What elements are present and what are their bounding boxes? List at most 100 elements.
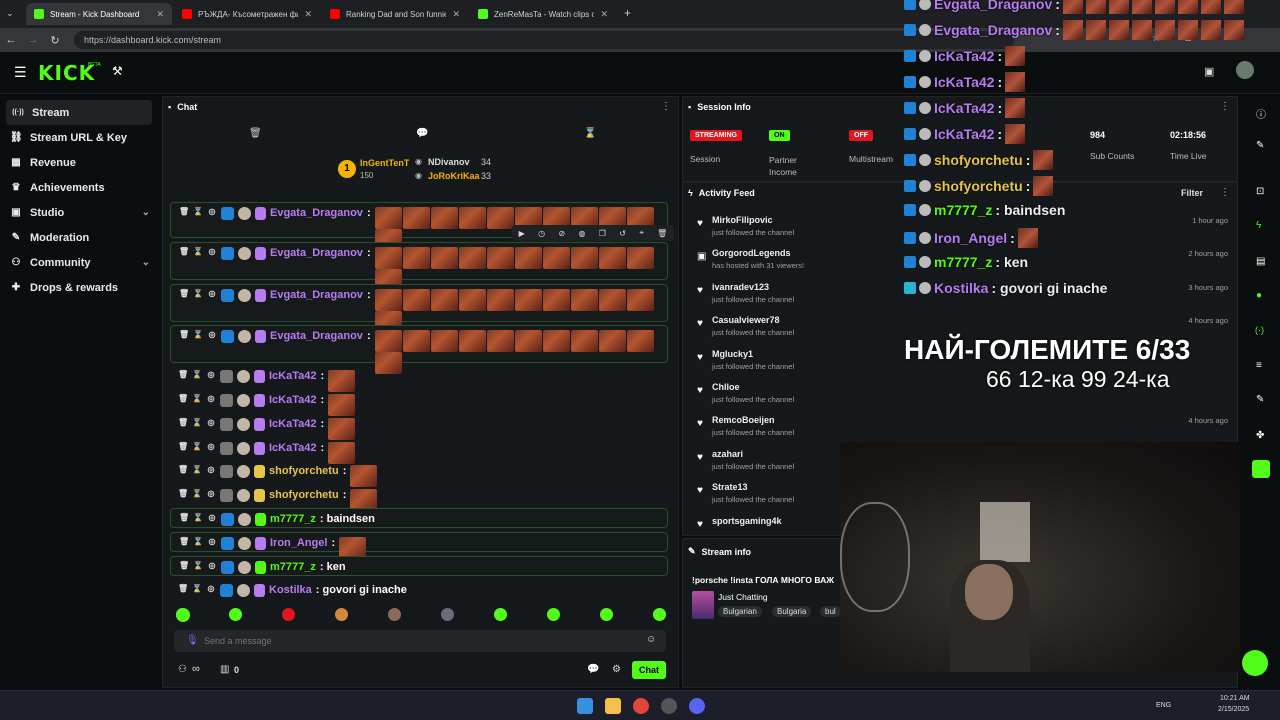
hourglass-icon[interactable]: ⌛ [193,330,203,339]
kick-logo[interactable]: KICK [38,61,95,85]
doc-icon[interactable]: ▤ [1256,256,1265,267]
trash-icon[interactable]: 🗑 [178,418,188,427]
settings-gear-icon[interactable]: ⚙ [612,664,621,675]
edit-icon[interactable]: ✎ [1256,140,1264,151]
quick-emote-icon[interactable] [600,608,613,621]
close-tab-icon[interactable]: ✕ [452,9,460,20]
emote-icon[interactable] [570,247,598,269]
shield-icon[interactable]: ◎ [206,370,216,379]
shield-icon[interactable]: ◎ [206,418,216,427]
activity-username[interactable]: RemcoBoeijen [712,415,775,425]
activity-username[interactable]: ivanradev123 [712,282,769,292]
tab-kick-dashboard[interactable]: Stream - Kick Dashboard ✕ [26,3,172,25]
chat-input-box[interactable]: 🎙 ☺ [174,630,666,652]
emote-icon[interactable] [486,330,514,352]
chat-bubble-icon[interactable]: 💬 [587,664,599,675]
chat-icon[interactable]: ● [1256,290,1262,301]
emoji-icon[interactable]: ☺ [646,634,656,645]
trash-icon[interactable]: 🗑 [178,465,188,474]
emote-icon[interactable] [458,330,486,352]
chat-username[interactable]: m7777_z [270,561,316,573]
emote-icon[interactable] [374,207,402,229]
trash-icon[interactable]: 🗑 [178,394,188,403]
hourglass-icon[interactable]: ⌛ [193,513,203,522]
emote-icon[interactable] [514,330,542,352]
chat-message[interactable]: 🗑 ⌛ ◎ IcKaTa42: [170,366,668,392]
sidebar-item-revenue[interactable]: ▦ Revenue [0,150,160,175]
puzzle-icon[interactable]: ✤ [1256,430,1264,441]
emote-icon[interactable] [542,247,570,269]
trash-icon[interactable]: 🗑 [179,513,189,522]
chat-username[interactable]: Evgata_Draganov [270,247,363,259]
delete-icon[interactable]: 🗑 [657,229,667,238]
hourglass-icon[interactable]: ⌛ [193,537,203,546]
menu-icon[interactable]: ☰ [14,64,27,81]
trash-icon[interactable]: 🗑 [178,489,188,498]
emote-icon[interactable] [542,289,570,311]
shield-icon[interactable]: ◎ [206,489,216,498]
shield-icon[interactable]: ◎ [207,330,217,339]
hourglass-icon[interactable]: ⌛ [193,561,203,570]
shield-icon[interactable]: ◎ [207,513,217,522]
emote-icon[interactable] [626,289,654,311]
slash-icon[interactable]: ⊘ [558,229,565,238]
chat-username[interactable]: Evgata_Draganov [270,289,363,301]
display-icon[interactable]: ▣ [1204,65,1214,78]
pin-icon[interactable]: ⌖ [639,228,644,238]
emote-icon[interactable] [402,247,430,269]
reload-icon[interactable]: ↻ [44,34,66,47]
language-indicator[interactable]: ENG [1156,702,1171,709]
emote-icon[interactable] [374,289,402,311]
emote-icon[interactable] [458,289,486,311]
close-tab-icon[interactable]: ✕ [600,9,608,20]
emote-icon[interactable] [598,247,626,269]
activity-more-icon[interactable]: ⋮ [1220,187,1230,198]
emote-icon[interactable] [626,247,654,269]
quick-emote-icon[interactable] [176,608,189,621]
activity-username[interactable]: sportsgaming4k [712,516,782,526]
bolt-icon[interactable]: ϟ [1256,220,1261,231]
close-tab-icon[interactable]: ✕ [156,9,164,20]
emote-icon[interactable] [402,289,430,311]
undo-icon[interactable]: ↺ [619,229,626,238]
eye-icon[interactable]: ◍ [578,229,585,238]
discord-icon[interactable] [689,698,705,714]
hourglass-icon[interactable]: ⌛ [192,489,202,498]
emote-icon[interactable] [514,247,542,269]
sidebar-item-drops[interactable]: ✚ Drops & rewards [0,275,160,300]
chat-message[interactable]: 🗑 ⌛ ◎ IcKaTa42: [170,390,668,416]
activity-username[interactable]: azahari [712,449,743,459]
wrench-icon[interactable]: ✎ [1256,394,1264,405]
clock-date[interactable]: 2/15/2025 [1218,706,1249,713]
new-tab-icon[interactable]: + [624,6,631,20]
chat-username[interactable]: m7777_z [270,513,316,525]
activity-username[interactable]: Chlloe [712,382,740,392]
shield-icon[interactable]: ◎ [207,561,217,570]
trash-icon[interactable]: 🗑 [178,584,188,593]
chat-message[interactable]: 🗑 ⌛ ◎ m7777_z: baindsen [170,508,668,528]
chat-username[interactable]: IcKaTa42 [269,370,317,382]
activity-username[interactable]: MirkoFilipovic [712,215,773,225]
chat-username[interactable]: Evgata_Draganov [270,330,363,342]
quick-emote-icon[interactable] [388,608,401,621]
windows-start-icon[interactable] [577,698,593,714]
chat-message[interactable]: 🗑 ⌛ ◎ m7777_z: ken [170,556,668,576]
emote-icon[interactable] [328,418,356,440]
chat-username[interactable]: Kostilka [269,584,312,596]
clock-icon[interactable]: ◷ [538,229,545,238]
emote-icon[interactable] [328,370,356,392]
tab-video-2[interactable]: Ranking Dad and Son funniest ✕ [322,3,468,25]
quick-emote-icon[interactable] [229,608,242,621]
trash-icon[interactable]: 🗑 [179,537,189,546]
chat-input[interactable] [204,633,624,649]
emote-icon[interactable] [430,247,458,269]
chat-username[interactable]: IcKaTa42 [269,418,317,430]
trash-icon[interactable]: 🗑 [179,207,189,216]
shield-icon[interactable]: ◎ [206,584,216,593]
copy-icon[interactable]: ❐ [599,229,606,238]
chat-message[interactable]: 🗑 ⌛ ◎ Evgata_Draganov: [170,325,668,374]
hourglass-icon[interactable]: ⌛ [192,584,202,593]
url-field[interactable]: https://dashboard.kick.com/stream [74,31,1014,49]
emote-icon[interactable] [430,330,458,352]
shield-icon[interactable]: ◎ [206,394,216,403]
